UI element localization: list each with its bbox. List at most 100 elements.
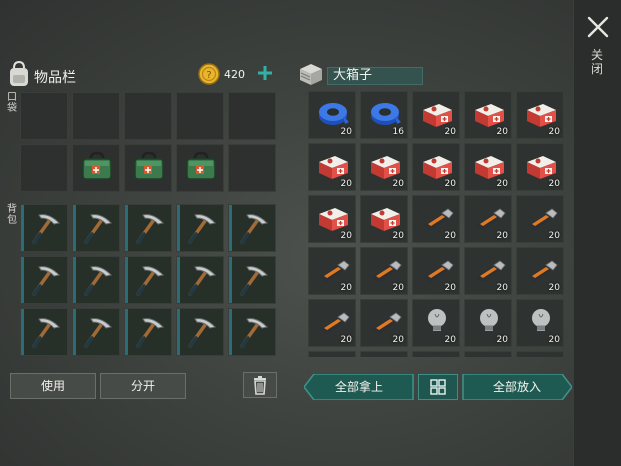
item-quantity: 20 [444, 179, 456, 189]
chest-slot[interactable]: 20 [516, 143, 564, 191]
chest-slot[interactable] [412, 351, 460, 357]
pickaxe-icon [27, 261, 63, 297]
pickaxe-icon [131, 261, 167, 297]
backpack-slot[interactable] [228, 204, 276, 252]
chest-icon [300, 64, 322, 85]
put-all-button[interactable]: 全部放入 [462, 374, 572, 400]
backpack-icon [10, 60, 28, 86]
chest-grid: 20 16 20 20 20 20 20 20 20 20 20 20 20 20 20 20 20 20 20 20… [308, 91, 568, 357]
chest-slot[interactable]: 20 [412, 143, 460, 191]
add-coins-button[interactable] [255, 63, 275, 83]
pickaxe-icon [27, 313, 63, 349]
chest-slot[interactable]: 20 [464, 143, 512, 191]
chest-slot[interactable]: 20 [516, 91, 564, 139]
chest-slot[interactable]: 20 [412, 91, 460, 139]
pocket-slot[interactable] [228, 92, 276, 140]
backpack-slot[interactable] [228, 256, 276, 304]
item-quantity: 20 [392, 283, 404, 293]
chest-slot[interactable] [308, 351, 356, 357]
item-quantity: 20 [392, 231, 404, 241]
backpack-slot[interactable] [228, 308, 276, 356]
chest-slot[interactable]: 20 [412, 247, 460, 295]
close-icon[interactable] [585, 14, 611, 40]
chest-slot[interactable] [360, 351, 408, 357]
pocket-label: 口袋 [7, 92, 17, 114]
chest-slot[interactable]: 20 [412, 195, 460, 243]
backpack-slot[interactable] [176, 256, 224, 304]
svg-text:?: ? [206, 70, 211, 81]
chest-slot[interactable]: 20 [464, 247, 512, 295]
take-all-button[interactable]: 全部拿上 [304, 374, 414, 400]
pocket-slot[interactable] [72, 144, 120, 192]
chest-slot[interactable] [516, 351, 564, 357]
pocket-slot[interactable] [176, 92, 224, 140]
close-label[interactable]: 关闭 [590, 48, 604, 76]
backpack-slot[interactable] [124, 308, 172, 356]
backpack-slot[interactable] [20, 204, 68, 252]
pickaxe-icon [79, 313, 115, 349]
pocket-slot[interactable] [20, 144, 68, 192]
layout-toggle-button[interactable] [418, 374, 458, 400]
item-quantity: 20 [496, 179, 508, 189]
chest-slot[interactable]: 20 [308, 299, 356, 347]
chest-slot[interactable]: 20 [308, 247, 356, 295]
item-quantity: 20 [340, 179, 352, 189]
chest-slot[interactable]: 20 [360, 195, 408, 243]
pickaxe-icon [79, 261, 115, 297]
item-quantity: 20 [444, 127, 456, 137]
backpack-label: 背包 [7, 204, 17, 226]
split-button[interactable]: 分开 [100, 373, 186, 399]
item-quantity: 20 [496, 335, 508, 345]
chest-slot[interactable]: 20 [360, 143, 408, 191]
item-quantity: 20 [548, 179, 560, 189]
backpack-slot[interactable] [20, 308, 68, 356]
item-quantity: 20 [496, 283, 508, 293]
backpack-slot[interactable] [124, 204, 172, 252]
pickaxe-icon [183, 261, 219, 297]
chest-slot[interactable]: 20 [360, 299, 408, 347]
chest-slot[interactable]: 20 [516, 195, 564, 243]
chest-slot[interactable]: 20 [308, 143, 356, 191]
item-quantity: 20 [392, 335, 404, 345]
chest-title: 大箱子 [327, 67, 423, 85]
backpack-slot[interactable] [124, 256, 172, 304]
pickaxe-icon [79, 209, 115, 245]
chest-slot[interactable]: 20 [516, 299, 564, 347]
backpack-slot[interactable] [72, 308, 120, 356]
pocket-slot[interactable] [20, 92, 68, 140]
item-quantity: 20 [444, 283, 456, 293]
pocket-slot[interactable] [124, 92, 172, 140]
pocket-slot[interactable] [228, 144, 276, 192]
chest-slot[interactable]: 20 [412, 299, 460, 347]
chest-slot[interactable]: 20 [516, 247, 564, 295]
pocket-slot[interactable] [176, 144, 224, 192]
use-button[interactable]: 使用 [10, 373, 96, 399]
pickaxe-icon [235, 209, 271, 245]
chest-slot[interactable] [464, 351, 512, 357]
chest-slot[interactable]: 20 [360, 247, 408, 295]
backpack-slot[interactable] [20, 256, 68, 304]
item-quantity: 20 [496, 127, 508, 137]
inventory-title: 物品栏 [34, 70, 76, 86]
trash-button[interactable] [243, 372, 277, 398]
backpack-slot[interactable] [72, 256, 120, 304]
chest-slot[interactable]: 20 [464, 91, 512, 139]
coin-count: 420 [224, 68, 245, 81]
backpack-slot[interactable] [176, 308, 224, 356]
coin-icon: ? [198, 63, 220, 85]
pocket-slot[interactable] [72, 92, 120, 140]
pickaxe-icon [131, 313, 167, 349]
backpack-slot[interactable] [176, 204, 224, 252]
chest-slot[interactable]: 20 [464, 195, 512, 243]
first-aid-kit-icon [183, 149, 219, 185]
pickaxe-icon [183, 313, 219, 349]
chest-slot[interactable]: 20 [308, 195, 356, 243]
put-all-label: 全部放入 [492, 380, 541, 394]
chest-slot[interactable]: 16 [360, 91, 408, 139]
backpack-slot[interactable] [72, 204, 120, 252]
pickaxe-icon [183, 209, 219, 245]
pocket-slot[interactable] [124, 144, 172, 192]
chest-slot[interactable]: 20 [308, 91, 356, 139]
item-quantity: 20 [340, 127, 352, 137]
chest-slot[interactable]: 20 [464, 299, 512, 347]
